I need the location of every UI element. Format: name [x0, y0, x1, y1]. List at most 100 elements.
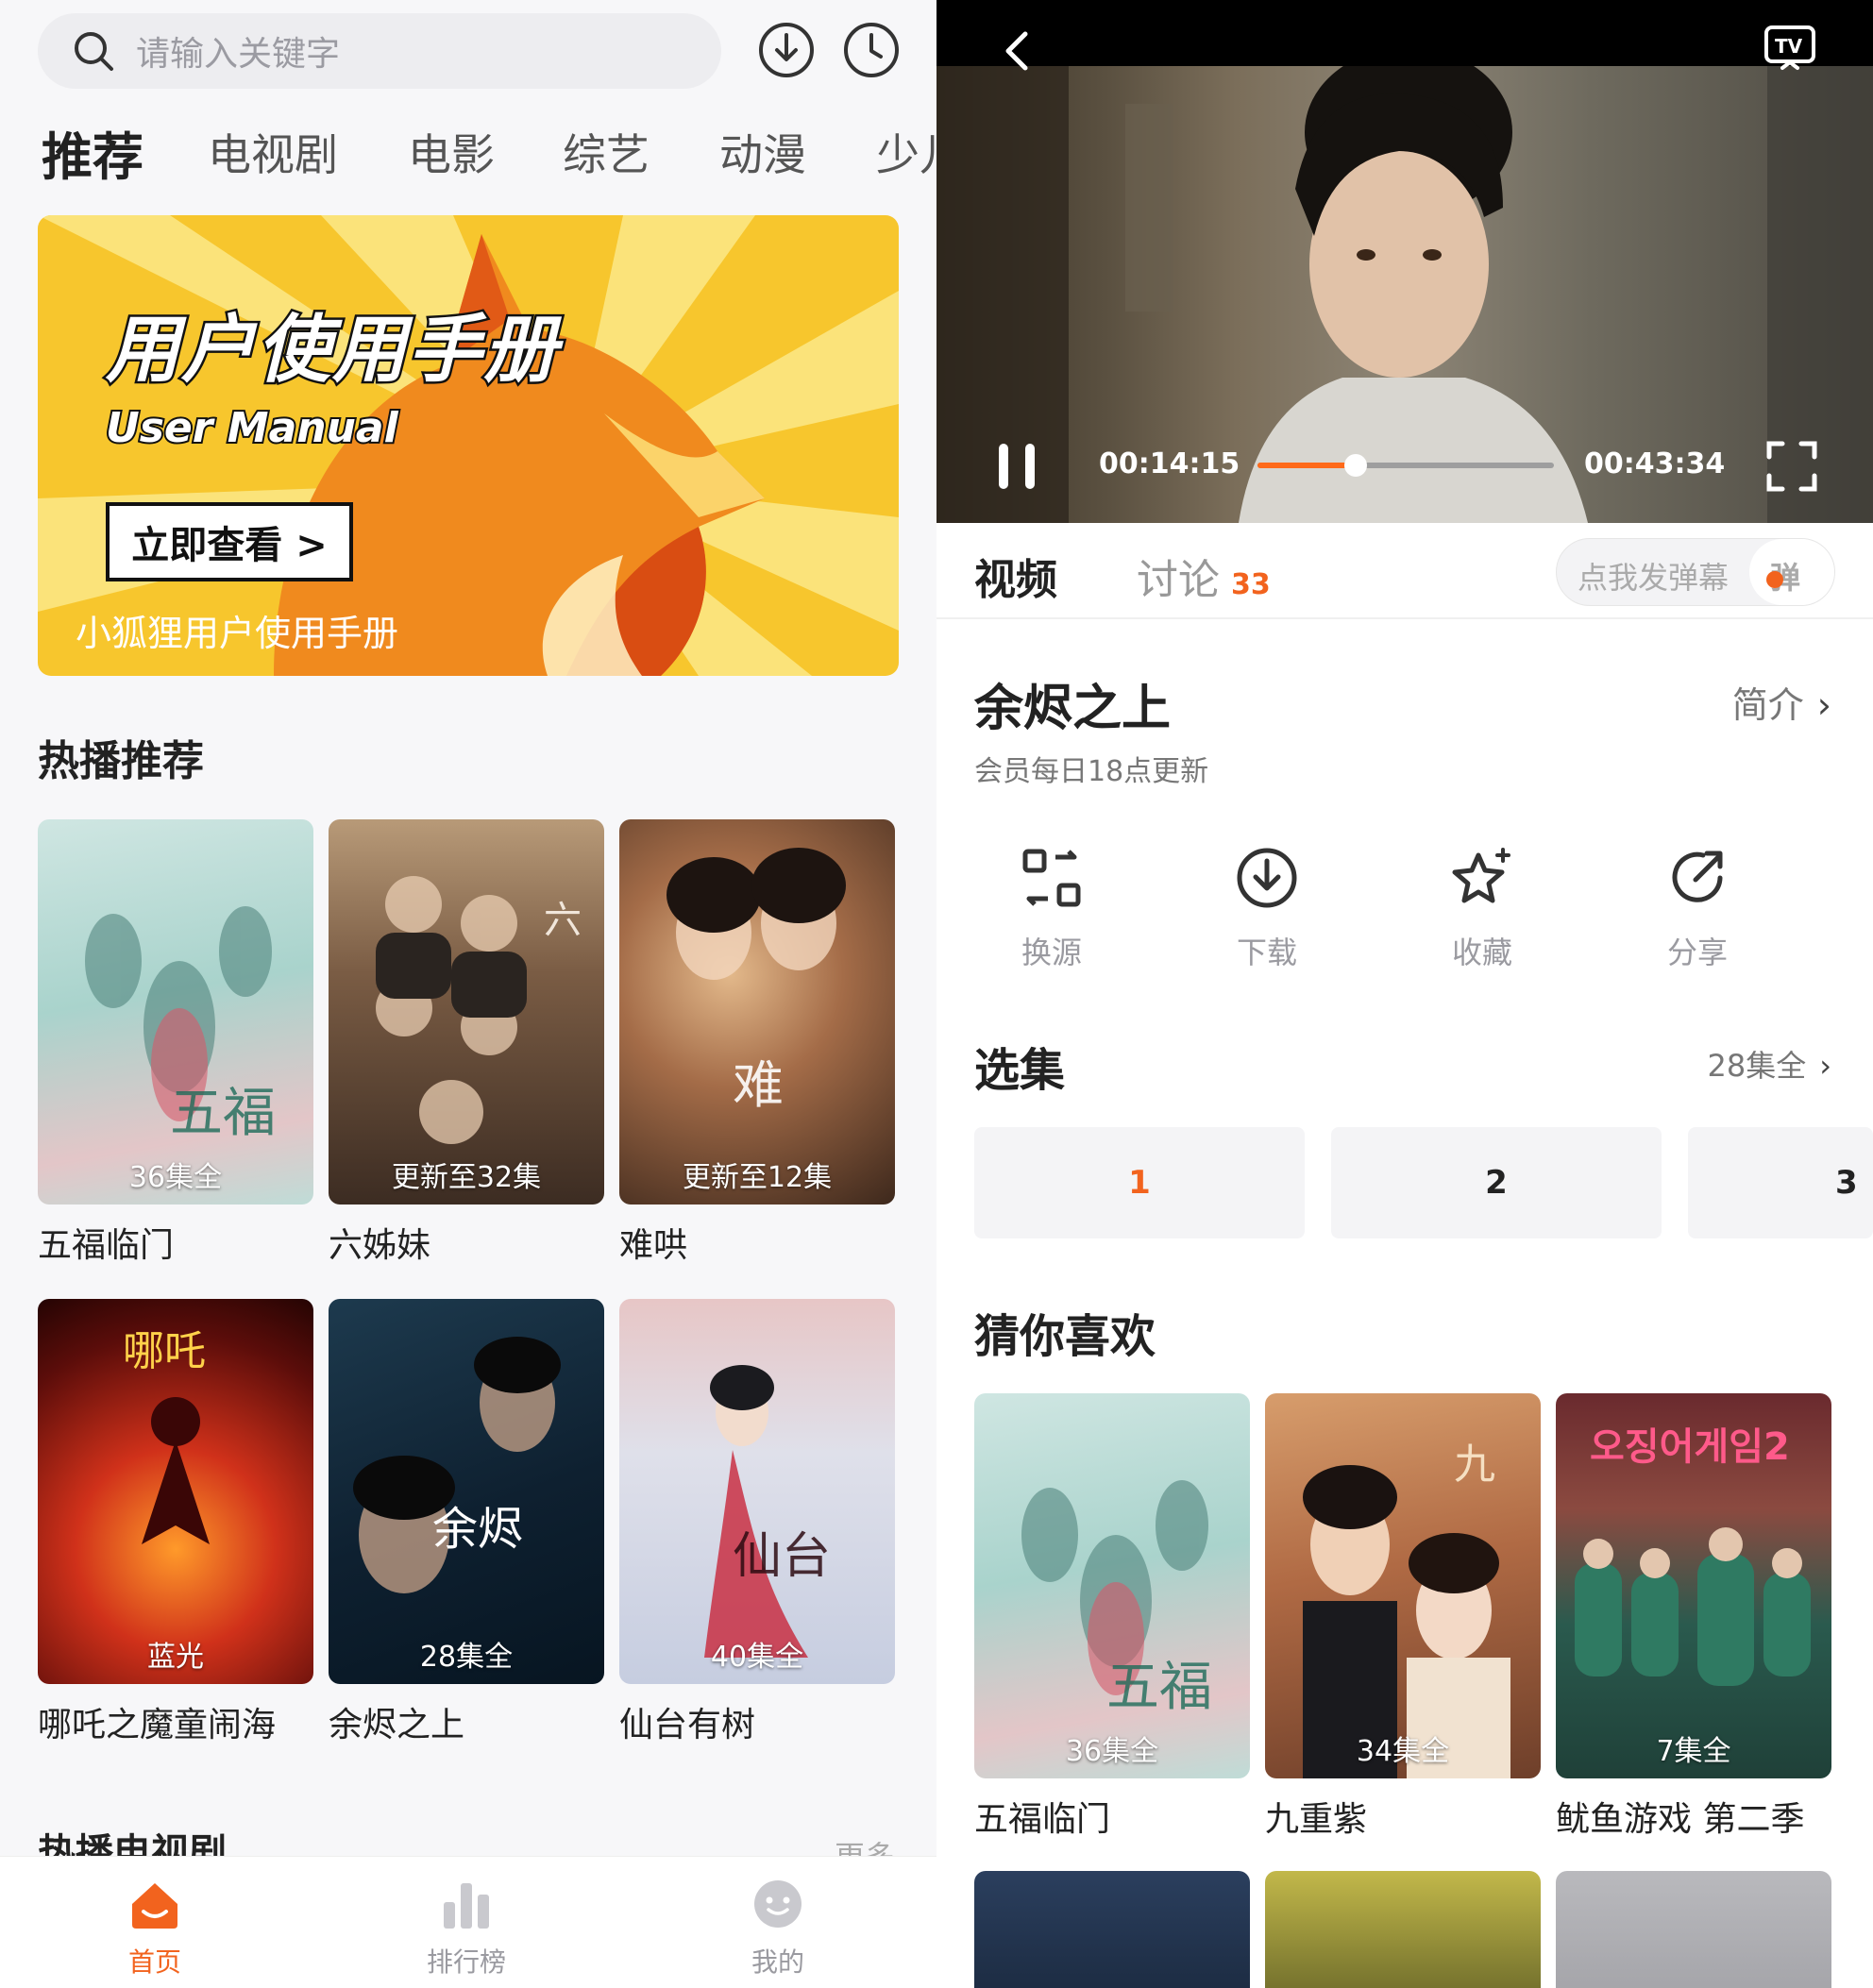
search-icon: [75, 32, 113, 71]
history-icon[interactable]: [842, 21, 901, 79]
show-name: 哪吒之魔童闹海: [38, 1706, 277, 1744]
show-card[interactable]: 九 34集全 九重紫: [1265, 1393, 1541, 1841]
download-icon[interactable]: [757, 21, 816, 79]
progress-fill: [1257, 463, 1356, 468]
switch-source-icon: [1022, 849, 1081, 907]
home-screen: 请输入关键字 推荐 电视剧 电影 综艺 动漫 少儿 用户使用手册 User Ma…: [0, 0, 936, 1988]
poster-image: 哪吒 蓝光: [38, 1299, 313, 1684]
show-name: 九重紫: [1265, 1800, 1368, 1839]
episode-badge: 40集全: [710, 1641, 804, 1674]
poster-image: 余烬 28集全: [329, 1299, 604, 1684]
show-card[interactable]: 余烬 28集全 余烬之上: [329, 1299, 604, 1746]
danmu-input[interactable]: 点我发弹幕 弹: [1556, 538, 1835, 606]
show-name: 鱿鱼游戏 第二季: [1556, 1800, 1805, 1839]
nav-home[interactable]: 首页: [79, 1878, 230, 1980]
duration-time: 00:43:34: [1584, 447, 1726, 480]
danmu-on-dot: [1766, 571, 1783, 588]
poster-image[interactable]: [974, 1871, 1250, 1988]
show-name: 余烬之上: [329, 1706, 465, 1744]
poster-image[interactable]: [1265, 1871, 1541, 1988]
svg-text:六: 六: [544, 899, 582, 942]
share-button[interactable]: 分享: [1631, 846, 1763, 972]
episode-button[interactable]: 3: [1688, 1127, 1873, 1238]
download-icon: [1237, 848, 1297, 908]
action-label: 收藏: [1451, 935, 1512, 970]
danmu-placeholder: 点我发弹幕: [1578, 560, 1730, 596]
download-button[interactable]: 下载: [1201, 846, 1333, 972]
profile-icon: [754, 1880, 802, 1928]
chevron-right-icon: ›: [1816, 684, 1831, 726]
danmu-toggle-button[interactable]: 弹: [1749, 539, 1834, 605]
recommend-title: 猜你喜欢: [974, 1310, 1156, 1363]
episode-badge: 34集全: [1356, 1735, 1450, 1768]
current-time: 00:14:15: [1099, 447, 1240, 480]
svg-text:九: 九: [1454, 1440, 1495, 1489]
show-card[interactable]: 六 更新至32集 六姊妹: [329, 819, 604, 1267]
intro-label: 简介: [1731, 684, 1804, 726]
tab-discuss-label: 讨论: [1137, 556, 1220, 604]
update-schedule: 会员每日18点更新: [974, 755, 1209, 788]
tab-discuss[interactable]: 讨论 33: [1137, 546, 1271, 606]
episode-button[interactable]: 1: [974, 1127, 1305, 1238]
ranking-icon: [444, 1883, 489, 1929]
discuss-count: 33: [1231, 568, 1271, 601]
pause-icon[interactable]: [993, 440, 1040, 493]
nav-ranking[interactable]: 排行榜: [391, 1878, 542, 1980]
back-icon[interactable]: [999, 28, 1033, 74]
show-card[interactable]: 오징어게임2 7集全 鱿鱼游戏 第二季: [1556, 1393, 1831, 1841]
episode-badge: 更新至32集: [391, 1161, 542, 1194]
show-card[interactable]: 仙台 40集全 仙台有树: [619, 1299, 895, 1746]
poster-image: 五福 36集全: [38, 819, 313, 1205]
action-label: 下载: [1236, 935, 1297, 970]
tab-kids[interactable]: 少儿: [876, 121, 936, 183]
video-player[interactable]: TV 00:14:15 00:43:34: [936, 0, 1873, 523]
banner-title: 用户使用手册: [103, 306, 560, 396]
fullscreen-icon[interactable]: [1765, 440, 1818, 493]
show-title: 余烬之上: [974, 681, 1172, 737]
show-card[interactable]: 哪吒 蓝光 哪吒之魔童闹海: [38, 1299, 313, 1746]
show-name: 难哄: [619, 1226, 688, 1265]
poster-image: 오징어게임2 7集全: [1556, 1393, 1831, 1778]
tab-tv-series[interactable]: 电视剧: [208, 121, 338, 183]
episode-button[interactable]: 2: [1331, 1127, 1662, 1238]
chevron-right-icon: ›: [1819, 1048, 1831, 1084]
search-bar[interactable]: 请输入关键字: [38, 13, 721, 89]
category-tabs: 推荐 电视剧 电影 综艺 动漫 少儿: [42, 115, 936, 191]
poster-image: 五福 36集全: [974, 1393, 1250, 1778]
hot-recommend-title: 热播推荐: [38, 737, 204, 785]
svg-text:TV: TV: [1775, 35, 1803, 58]
bottom-navigation: 首页 排行榜 我的: [0, 1856, 936, 1988]
tab-variety[interactable]: 综艺: [563, 121, 650, 183]
action-label: 换源: [1021, 935, 1082, 970]
tv-cast-icon[interactable]: TV: [1763, 25, 1816, 72]
tab-video[interactable]: 视频: [974, 546, 1057, 606]
poster-image: 九 34集全: [1265, 1393, 1541, 1778]
intro-link[interactable]: 简介 ›: [1732, 676, 1831, 728]
svg-text:五福: 五福: [1106, 1657, 1212, 1718]
tab-anime[interactable]: 动漫: [719, 121, 806, 183]
svg-text:仙台: 仙台: [733, 1528, 831, 1585]
show-card[interactable]: 难 更新至12集 难哄: [619, 819, 895, 1267]
episode-number: 3: [1835, 1164, 1858, 1202]
nav-profile[interactable]: 我的: [702, 1878, 853, 1980]
tab-recommend[interactable]: 推荐: [42, 115, 143, 190]
poster-image: 仙台 40集全: [619, 1299, 895, 1684]
show-card[interactable]: 五福 36集全 五福临门: [974, 1393, 1250, 1841]
poster-image: 六 更新至32集: [329, 819, 604, 1205]
show-card[interactable]: 五福 36集全 五福临门: [38, 819, 313, 1267]
switch-source-button[interactable]: 换源: [986, 846, 1118, 972]
nav-label: 首页: [127, 1946, 181, 1978]
progress-bar[interactable]: [1257, 454, 1554, 477]
favorite-button[interactable]: 收藏: [1416, 846, 1548, 972]
svg-text:难: 难: [733, 1055, 784, 1115]
episode-badge: 更新至12集: [682, 1161, 833, 1194]
home-icon: [132, 1883, 177, 1929]
episode-badge: 36集全: [128, 1161, 223, 1194]
detail-screen: TV 00:14:15 00:43:34 视频 讨论 33 点我发弹幕 弹 余烬之…: [936, 0, 1873, 1988]
user-manual-banner[interactable]: 用户使用手册 User Manual 立即查看 > 小狐狸用户使用手册: [38, 215, 899, 676]
progress-handle[interactable]: [1343, 454, 1367, 477]
view-now-button[interactable]: 立即查看 >: [106, 502, 353, 581]
tab-movies[interactable]: 电影: [408, 121, 495, 183]
poster-image[interactable]: [1556, 1871, 1831, 1988]
all-episodes-link[interactable]: 28集全 ›: [1707, 1042, 1831, 1086]
